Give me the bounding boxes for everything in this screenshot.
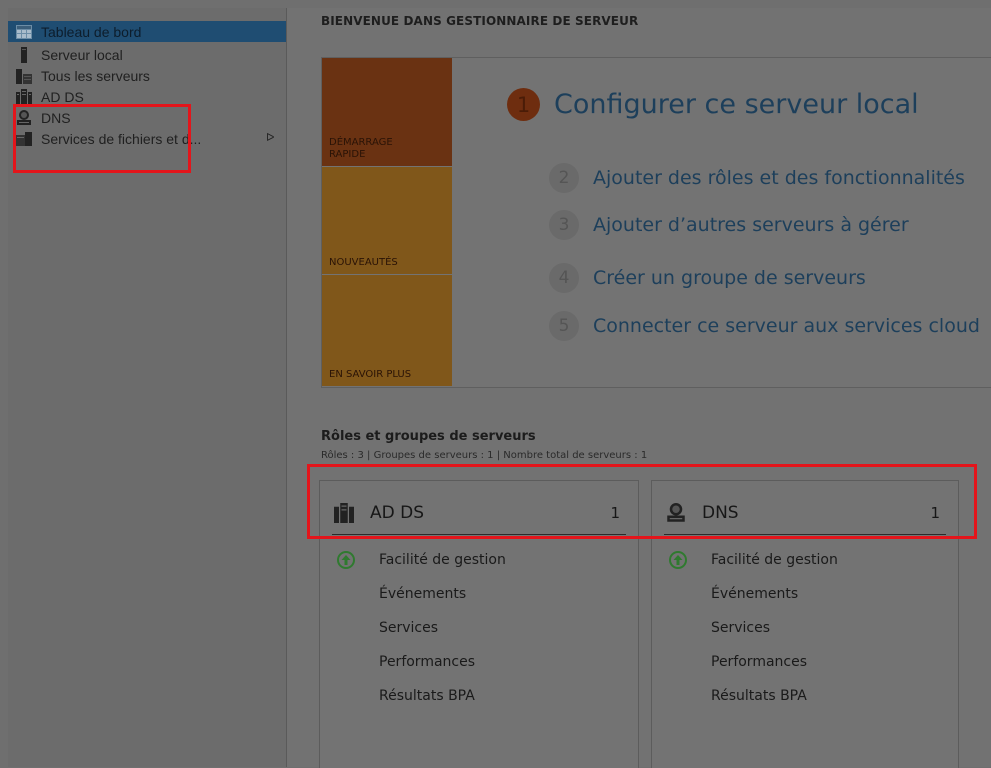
sidebar-item-ad-ds[interactable]: AD DS: [8, 86, 286, 107]
role-tile-links: Facilité de gestion Événements Services …: [666, 543, 838, 713]
step-configure-local-server[interactable]: 1 Configurer ce serveur local: [507, 88, 919, 121]
step-number: 5: [549, 311, 579, 341]
link-label: Services: [711, 620, 771, 636]
manageability-link[interactable]: Facilité de gestion: [334, 543, 506, 577]
sidebar-item-label: DNS: [41, 109, 71, 126]
performance-link[interactable]: Performances: [666, 645, 838, 679]
main-content: BIENVENUE DANS GESTIONNAIRE DE SERVEUR D…: [287, 8, 991, 768]
dns-icon: [667, 503, 685, 522]
dashboard-icon: [16, 24, 32, 39]
status-up-icon: [669, 551, 687, 569]
step-link: Connecter ce serveur aux services cloud: [593, 315, 980, 337]
step-add-roles[interactable]: 2 Ajouter des rôles et des fonctionnalit…: [549, 163, 965, 193]
role-tile-links: Facilité de gestion Événements Services …: [334, 543, 506, 713]
sidebar-item-dns[interactable]: DNS: [8, 107, 286, 128]
link-label: Résultats BPA: [379, 688, 475, 704]
dns-icon: [17, 109, 31, 125]
sidebar-item-label: Serveur local: [41, 46, 123, 63]
step-connect-cloud[interactable]: 5 Connecter ce serveur aux services clou…: [549, 311, 980, 341]
step-number: 4: [549, 263, 579, 293]
sidebar-item-file-services[interactable]: Services de fichiers et d... ᐅ: [8, 128, 286, 149]
servers-icon: [16, 68, 32, 84]
role-tile-header[interactable]: AD DS 1: [332, 492, 626, 535]
quick-start-panel: DÉMARRAGE RAPIDE NOUVEAUTÉS EN SAVOIR PL…: [321, 57, 991, 388]
expand-arrow-icon[interactable]: ᐅ: [266, 131, 274, 144]
server-manager-window: Tableau de bord Serveur local Tous les s…: [8, 8, 991, 768]
bpa-results-link[interactable]: Résultats BPA: [666, 679, 838, 713]
manageability-link[interactable]: Facilité de gestion: [666, 543, 838, 577]
sidebar-item-label: Services de fichiers et d...: [41, 130, 202, 147]
step-create-server-group[interactable]: 4 Créer un groupe de serveurs: [549, 263, 866, 293]
role-tile-ad-ds: AD DS 1 Facilité de gestion Événements S…: [319, 480, 639, 768]
bpa-results-link[interactable]: Résultats BPA: [334, 679, 506, 713]
tab-whats-new[interactable]: NOUVEAUTÉS: [322, 167, 452, 274]
server-count: 1: [930, 504, 940, 522]
page-title: BIENVENUE DANS GESTIONNAIRE DE SERVEUR: [321, 14, 639, 28]
role-name: DNS: [702, 503, 739, 523]
step-number: 2: [549, 163, 579, 193]
step-number: 3: [549, 210, 579, 240]
sidebar-item-dashboard[interactable]: Tableau de bord: [8, 21, 286, 42]
performance-link[interactable]: Performances: [334, 645, 506, 679]
sidebar-item-label: Tous les serveurs: [41, 67, 150, 84]
link-label: Performances: [379, 654, 476, 670]
step-link: Ajouter d’autres serveurs à gérer: [593, 214, 909, 236]
sidebar-item-local-server[interactable]: Serveur local: [8, 44, 286, 65]
role-tile-dns: DNS 1 Facilité de gestion Événements Ser…: [651, 480, 959, 768]
events-link[interactable]: Événements: [334, 577, 506, 611]
tab-label: DÉMARRAGE RAPIDE: [329, 137, 393, 160]
server-count: 1: [610, 504, 620, 522]
link-label: Événements: [379, 586, 467, 602]
role-tile-header[interactable]: DNS 1: [664, 492, 946, 535]
tab-quick-start[interactable]: DÉMARRAGE RAPIDE: [322, 58, 452, 166]
server-icon: [21, 46, 27, 63]
file-services-icon: [16, 131, 32, 146]
status-up-icon: [337, 551, 355, 569]
step-link: Ajouter des rôles et des fonctionnalités: [593, 167, 965, 189]
link-label: Événements: [711, 586, 799, 602]
tab-label: NOUVEAUTÉS: [329, 257, 398, 268]
roles-section-title: Rôles et groupes de serveurs: [321, 429, 536, 444]
role-name: AD DS: [370, 503, 425, 523]
ad-ds-icon: [334, 503, 354, 523]
link-label: Facilité de gestion: [711, 552, 838, 568]
link-label: Résultats BPA: [711, 688, 807, 704]
services-link[interactable]: Services: [666, 611, 838, 645]
sidebar: Tableau de bord Serveur local Tous les s…: [8, 8, 287, 767]
link-label: Facilité de gestion: [379, 552, 506, 568]
step-link: Configurer ce serveur local: [554, 89, 919, 120]
tab-label: EN SAVOIR PLUS: [329, 369, 412, 380]
sidebar-item-all-servers[interactable]: Tous les serveurs: [8, 65, 286, 86]
step-link: Créer un groupe de serveurs: [593, 267, 866, 289]
roles-summary: Rôles : 3 | Groupes de serveurs : 1 | No…: [321, 450, 648, 461]
sidebar-item-label: AD DS: [41, 88, 84, 105]
step-add-servers[interactable]: 3 Ajouter d’autres serveurs à gérer: [549, 210, 909, 240]
tab-learn-more[interactable]: EN SAVOIR PLUS: [322, 275, 452, 386]
sidebar-item-label: Tableau de bord: [41, 23, 142, 40]
link-label: Services: [379, 620, 439, 636]
step-number: 1: [507, 88, 540, 121]
ad-ds-icon: [16, 88, 32, 105]
events-link[interactable]: Événements: [666, 577, 838, 611]
link-label: Performances: [711, 654, 808, 670]
services-link[interactable]: Services: [334, 611, 506, 645]
